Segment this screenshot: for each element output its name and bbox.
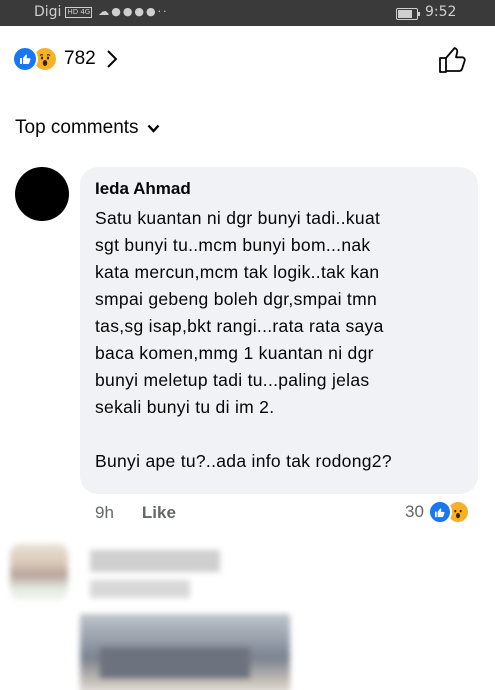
comment-timestamp[interactable]: 9h	[95, 503, 114, 523]
avatar[interactable]	[15, 167, 69, 221]
like-reaction-icon	[427, 500, 452, 524]
like-button-icon[interactable]	[436, 44, 468, 76]
blurred-avatar	[10, 544, 68, 600]
blurred-next-comment	[0, 538, 495, 690]
notification-icons: ☁●●●●··	[98, 5, 169, 18]
chevron-down-icon	[147, 124, 159, 133]
comment-like-button[interactable]: Like	[142, 503, 176, 523]
reaction-summary[interactable]: 782	[12, 46, 118, 72]
blurred-name	[90, 550, 220, 572]
comment-author[interactable]: Ieda Ahmad	[95, 179, 463, 199]
chevron-right-icon	[106, 50, 118, 68]
comment-bubble[interactable]: Ieda Ahmad Satu kuantan ni dgr bunyi tad…	[80, 167, 478, 494]
network-badge: HD 4G	[65, 7, 93, 18]
blurred-image-detail	[100, 648, 250, 678]
comment-text: Satu kuantan ni dgr bunyi tadi..kuat sgt…	[95, 208, 392, 471]
comment-meta: 9h Like	[95, 503, 176, 523]
comment-reaction-count: 30	[405, 502, 424, 521]
comment-reactions[interactable]: 30	[405, 500, 470, 524]
clock: 9:52	[425, 4, 457, 20]
blurred-text	[90, 580, 190, 598]
reaction-count: 782	[64, 48, 96, 69]
comments-filter-dropdown[interactable]: Top comments	[15, 117, 160, 139]
like-reaction-icon	[12, 46, 38, 72]
carrier-label: Digi HD 4G ☁●●●●··	[34, 4, 169, 20]
battery-fill	[398, 10, 413, 18]
battery-icon	[396, 8, 420, 20]
comments-filter-label: Top comments	[15, 117, 139, 138]
carrier-name: Digi	[34, 4, 62, 20]
status-bar: Digi HD 4G ☁●●●●·· 9:52	[0, 0, 495, 26]
